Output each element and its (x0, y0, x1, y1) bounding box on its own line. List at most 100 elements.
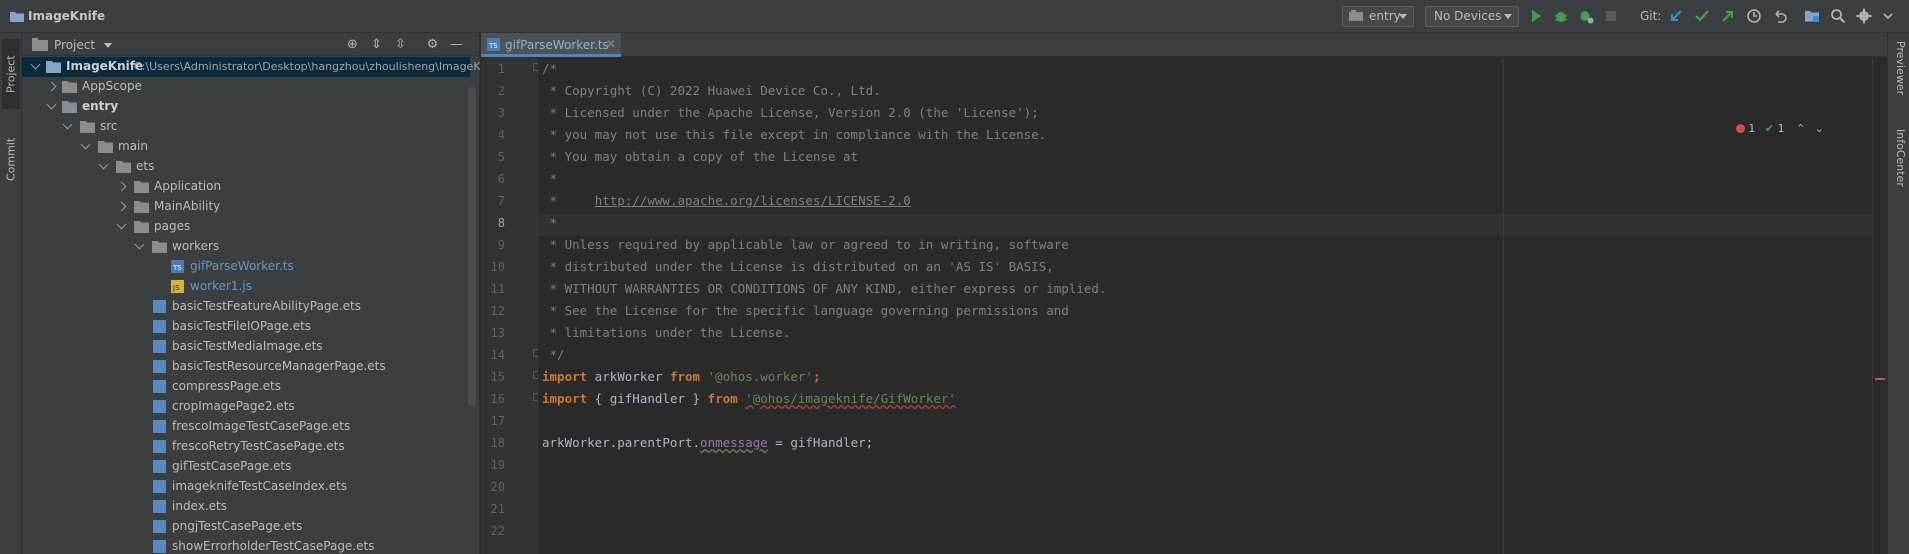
next-highlight-icon[interactable]: ⌄ (1815, 122, 1824, 135)
chevron-down-icon[interactable] (30, 59, 41, 70)
git-commit-icon[interactable] (1694, 8, 1710, 24)
comment-text: * limitations under the License. (542, 325, 791, 340)
tree-item-file[interactable]: index.ets (22, 497, 470, 517)
code-line: * Copyright (C) 2022 Huawei Device Co., … (542, 83, 881, 98)
previous-highlight-icon[interactable]: ⌃ (1796, 122, 1805, 135)
commit-tool-tab[interactable]: Commit (2, 119, 20, 199)
editor-scrollbar[interactable] (1872, 58, 1887, 554)
tree-item-entry[interactable]: entry (22, 97, 470, 117)
tree-item-file[interactable]: basicTestFileIOPage.ets (22, 317, 470, 337)
locate-file-icon[interactable]: ⊕ (345, 37, 360, 52)
code-editor[interactable]: /* * Copyright (C) 2022 Huawei Device Co… (538, 58, 1872, 554)
tree-item-label: worker1.js (190, 279, 252, 293)
attach-debugger-icon[interactable] (1578, 8, 1594, 24)
tree-item-worker1[interactable]: JS worker1.js (22, 277, 470, 297)
chevron-right-icon[interactable] (116, 201, 127, 212)
tree-item-file[interactable]: basicTestFeatureAbilityPage.ets (22, 297, 470, 317)
inspection-widget[interactable]: 1 ✔ 1 ⌃ ⌄ (1735, 122, 1824, 136)
gear-icon[interactable]: ⚙ (425, 37, 440, 52)
chevron-down-icon (1399, 14, 1407, 19)
search-icon[interactable] (1830, 8, 1846, 24)
tree-item-file[interactable]: cropImagePage2.ets (22, 397, 470, 417)
tree-item-label: basicTestResourceManagerPage.ets (172, 359, 386, 373)
run-icon[interactable] (1528, 8, 1544, 24)
chevron-right-icon[interactable] (116, 181, 127, 192)
tree-item-main[interactable]: main (22, 137, 470, 157)
tree-item-mainability[interactable]: MainAbility (22, 197, 470, 217)
code-line: * (542, 171, 558, 186)
tree-item-application[interactable]: Application (22, 177, 470, 197)
expand-all-icon[interactable]: ⇕ (369, 37, 384, 52)
tab-gifparseworker[interactable]: TS gifParseWorker.ts ✕ (481, 33, 621, 57)
tree-item-file[interactable]: basicTestMediaImage.ets (22, 337, 470, 357)
chevron-right-icon[interactable] (46, 81, 57, 92)
folder-icon (62, 81, 77, 93)
comment-text: * distributed under the License is distr… (542, 259, 1054, 274)
code-line: */ (542, 347, 565, 362)
chevron-down-icon[interactable] (134, 239, 145, 250)
collapse-icon[interactable] (1880, 8, 1896, 24)
code-line: * (542, 215, 558, 230)
chevron-down-icon[interactable] (46, 99, 57, 110)
previewer-tab-label: Previewer (1894, 41, 1907, 96)
tree-item-pages[interactable]: pages (22, 217, 470, 237)
infocenter-tool-tab[interactable]: InfoCenter (1891, 129, 1907, 219)
hide-panel-icon[interactable]: — (449, 37, 464, 52)
line-number: 8 (497, 216, 505, 230)
settings-icon[interactable] (1856, 8, 1872, 24)
tree-item-file[interactable]: imageknifeTestCaseIndex.ets (22, 477, 470, 497)
error-stripe-marker[interactable] (1875, 378, 1885, 380)
tree-item-gifparseworker[interactable]: TS gifParseWorker.ts (22, 257, 470, 277)
infocenter-tab-label: InfoCenter (1894, 129, 1907, 187)
collapse-all-icon[interactable]: ⇳ (393, 37, 408, 52)
ets-file-icon (153, 380, 166, 393)
tree-item-file[interactable]: frescoRetryTestCasePage.ets (22, 437, 470, 457)
project-tool-tab[interactable]: Project (2, 39, 20, 109)
project-structure-icon[interactable] (1804, 8, 1820, 24)
line-number: 15 (490, 370, 505, 384)
code-line: * limitations under the License. (542, 325, 791, 340)
tree-item-label: main (118, 139, 148, 153)
project-panel-title[interactable]: Project (54, 38, 95, 52)
stop-icon[interactable] (1603, 8, 1619, 24)
code-line: * Unless required by applicable law or a… (542, 237, 1069, 252)
chevron-down-icon[interactable] (104, 43, 112, 48)
svg-text:TS: TS (488, 42, 498, 50)
license-link[interactable]: http://www.apache.org/licenses/LICENSE-2… (595, 193, 911, 208)
ets-file-icon (153, 540, 166, 553)
tree-item-file[interactable]: frescoImageTestCasePage.ets (22, 417, 470, 437)
tree-item-file[interactable]: compressPage.ets (22, 377, 470, 397)
tree-item-ets[interactable]: ets (22, 157, 470, 177)
tree-item-file[interactable]: pngjTestCasePage.ets (22, 517, 470, 537)
tree-item-file[interactable]: showErrorholderTestCasePage.ets (22, 537, 470, 554)
history-icon[interactable] (1746, 8, 1762, 24)
device-select[interactable]: No Devices (1425, 6, 1519, 27)
module-icon (1349, 10, 1363, 21)
tree-item-label: ets (136, 159, 155, 173)
tree-item-file[interactable]: gifTestCasePage.ets (22, 457, 470, 477)
tree-scrollbar[interactable] (468, 87, 476, 407)
chevron-down-icon[interactable] (80, 139, 91, 150)
close-icon[interactable]: ✕ (606, 37, 616, 51)
tree-item-appscope[interactable]: AppScope (22, 77, 470, 97)
tree-item-src[interactable]: src (22, 117, 470, 137)
line-number: 11 (490, 282, 505, 296)
chevron-down-icon[interactable] (116, 219, 127, 230)
rollback-icon[interactable] (1772, 8, 1788, 24)
editor-tab-bar: TS gifParseWorker.ts ✕ (481, 33, 1909, 57)
project-tool-tab-label: Project (4, 55, 18, 93)
git-push-icon[interactable] (1720, 8, 1736, 24)
debug-icon[interactable] (1553, 8, 1569, 24)
chevron-down-icon[interactable] (98, 159, 109, 170)
run-config-select[interactable]: entry (1342, 6, 1414, 27)
tree-root-row[interactable]: ImageKnife C:\Users\Administrator\Deskto… (22, 57, 480, 77)
tree-item-file[interactable]: basicTestResourceManagerPage.ets (22, 357, 470, 377)
comment-text: * WITHOUT WARRANTIES OR CONDITIONS OF AN… (542, 281, 1107, 296)
tree-item-label: imageknifeTestCaseIndex.ets (172, 479, 348, 493)
git-update-icon[interactable] (1668, 8, 1684, 24)
ets-file-icon (153, 460, 166, 473)
chevron-down-icon[interactable] (62, 119, 73, 130)
comment-text: * (542, 193, 595, 208)
previewer-tool-tab[interactable]: Previewer (1891, 41, 1907, 121)
tree-item-workers[interactable]: workers (22, 237, 470, 257)
